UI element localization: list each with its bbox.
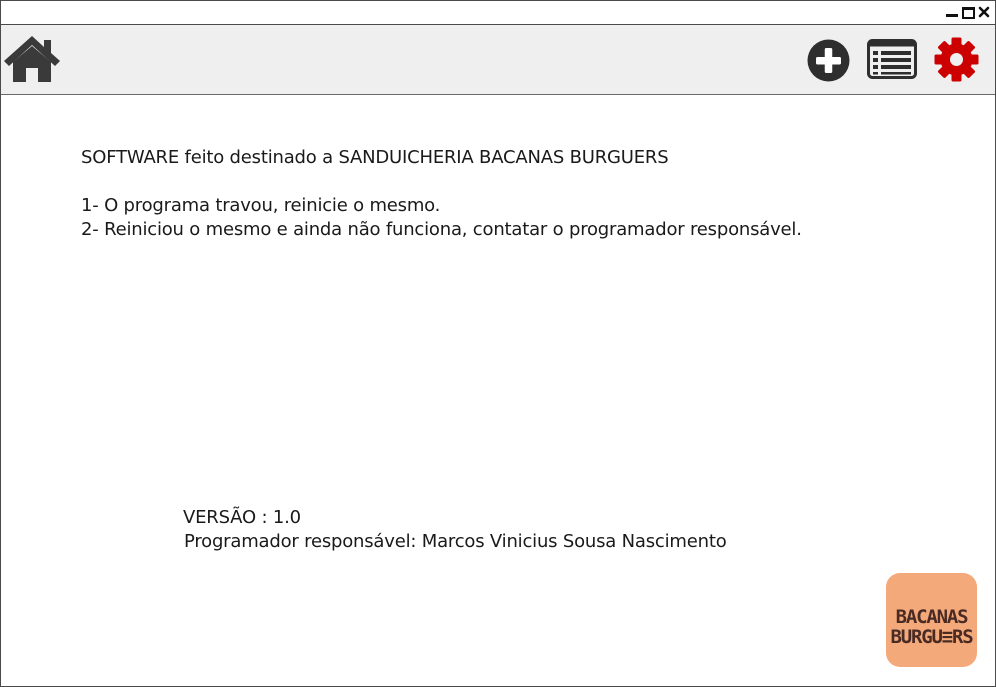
close-icon[interactable] [977,5,991,19]
brand-logo: BACANAS BURGU≡RS [886,573,977,667]
instruction-step-1: 1- O programa travou, reinicie o mesmo. [81,195,441,216]
home-icon [4,36,60,82]
version-label: VERSÃO : 1.0 [183,507,301,528]
title-bar [1,1,995,25]
logo-line-2: BURGU≡RS [890,626,974,648]
logo-line-1: BACANAS [895,606,969,628]
main-content: SOFTWARE feito destinado a SANDUICHERIA … [1,95,995,686]
list-icon [867,39,917,79]
gear-icon [934,37,979,82]
app-window: SOFTWARE feito destinado a SANDUICHERIA … [0,0,996,687]
minimize-icon[interactable] [945,5,959,19]
window-controls [945,5,991,19]
instruction-step-2: 2- Reiniciou o mesmo e ainda não funcion… [81,219,802,240]
developer-label: Programador responsável: Marcos Vinicius… [184,531,727,552]
list-button[interactable] [867,39,917,79]
plus-circle-icon [807,39,850,82]
toolbar [1,25,995,95]
maximize-icon[interactable] [961,5,975,19]
settings-button[interactable] [934,37,979,82]
home-button[interactable] [3,34,61,84]
add-button[interactable] [807,39,850,82]
intro-text: SOFTWARE feito destinado a SANDUICHERIA … [81,147,669,168]
